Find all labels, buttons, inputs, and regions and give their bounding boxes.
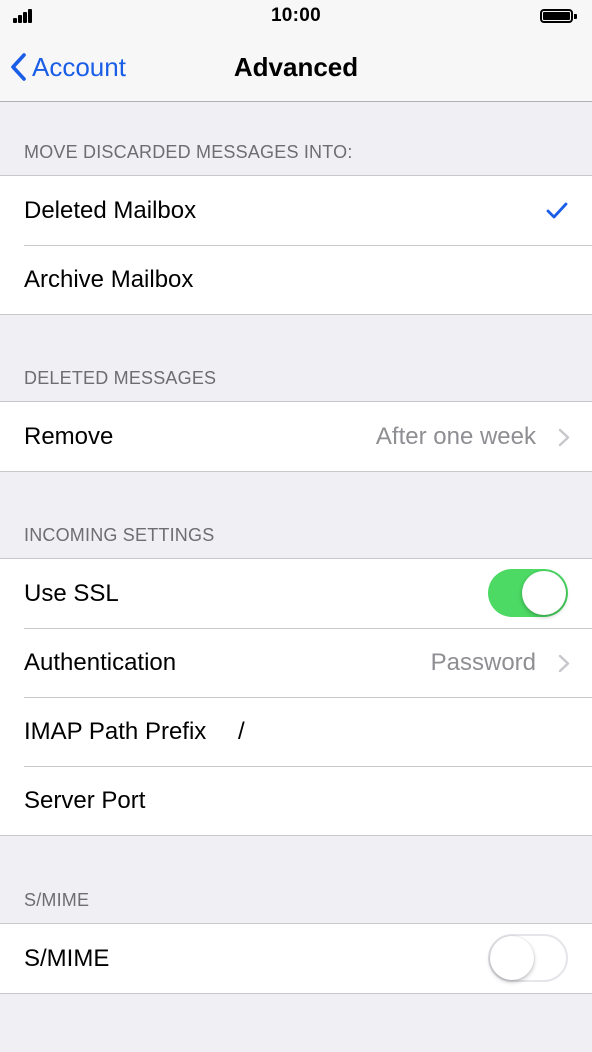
remove-label: Remove	[24, 422, 114, 450]
smime-row: S/MIME	[0, 924, 592, 993]
server-port-label: Server Port	[24, 786, 146, 814]
section-header-smime: S/MIME	[24, 890, 90, 910]
remove-row[interactable]: Remove After one week	[0, 402, 592, 471]
status-bar: 10:00	[0, 0, 592, 34]
status-time: 10:00	[270, 5, 322, 26]
deleted-mailbox-label: Deleted Mailbox	[24, 196, 197, 224]
discarded-group: Deleted Mailbox Archive Mailbox	[0, 175, 592, 315]
section-header-discarded: MOVE DISCARDED MESSAGES INTO:	[24, 142, 353, 162]
authentication-row[interactable]: Authentication Password	[0, 628, 592, 697]
battery-cap	[574, 14, 577, 19]
use-ssl-label: Use SSL	[24, 579, 119, 607]
imap-path-prefix-field[interactable]: /	[238, 718, 245, 746]
imap-path-prefix-row[interactable]: IMAP Path Prefix /	[0, 697, 592, 766]
deleted-mailbox-row[interactable]: Deleted Mailbox	[0, 176, 592, 245]
archive-mailbox-label: Archive Mailbox	[24, 265, 194, 293]
chevron-right-icon	[558, 428, 570, 447]
section-header-incoming: INCOMING SETTINGS	[24, 525, 215, 545]
checkmark-icon	[546, 202, 568, 219]
deleted-messages-group: Remove After one week	[0, 401, 592, 472]
archive-mailbox-row[interactable]: Archive Mailbox	[0, 245, 592, 314]
authentication-value: Password	[430, 648, 536, 676]
authentication-label: Authentication	[24, 648, 177, 676]
incoming-settings-group: Use SSL Authentication Password IMAP Pat…	[0, 558, 592, 836]
smime-group: S/MIME	[0, 923, 592, 994]
toggle-knob	[490, 936, 534, 980]
page-title: Advanced	[233, 52, 359, 82]
imap-path-prefix-label: IMAP Path Prefix	[24, 717, 207, 745]
use-ssl-toggle[interactable]	[488, 569, 568, 617]
toggle-knob	[522, 571, 566, 615]
smime-toggle[interactable]	[488, 934, 568, 982]
chevron-right-icon	[558, 654, 570, 673]
navigation-bar: Account Advanced	[0, 34, 592, 102]
remove-value: After one week	[375, 422, 536, 450]
section-header-deleted: DELETED MESSAGES	[24, 368, 217, 388]
battery-icon	[540, 9, 573, 23]
use-ssl-row: Use SSL	[0, 559, 592, 628]
server-port-row[interactable]: Server Port	[0, 766, 592, 835]
smime-label: S/MIME	[24, 944, 110, 972]
